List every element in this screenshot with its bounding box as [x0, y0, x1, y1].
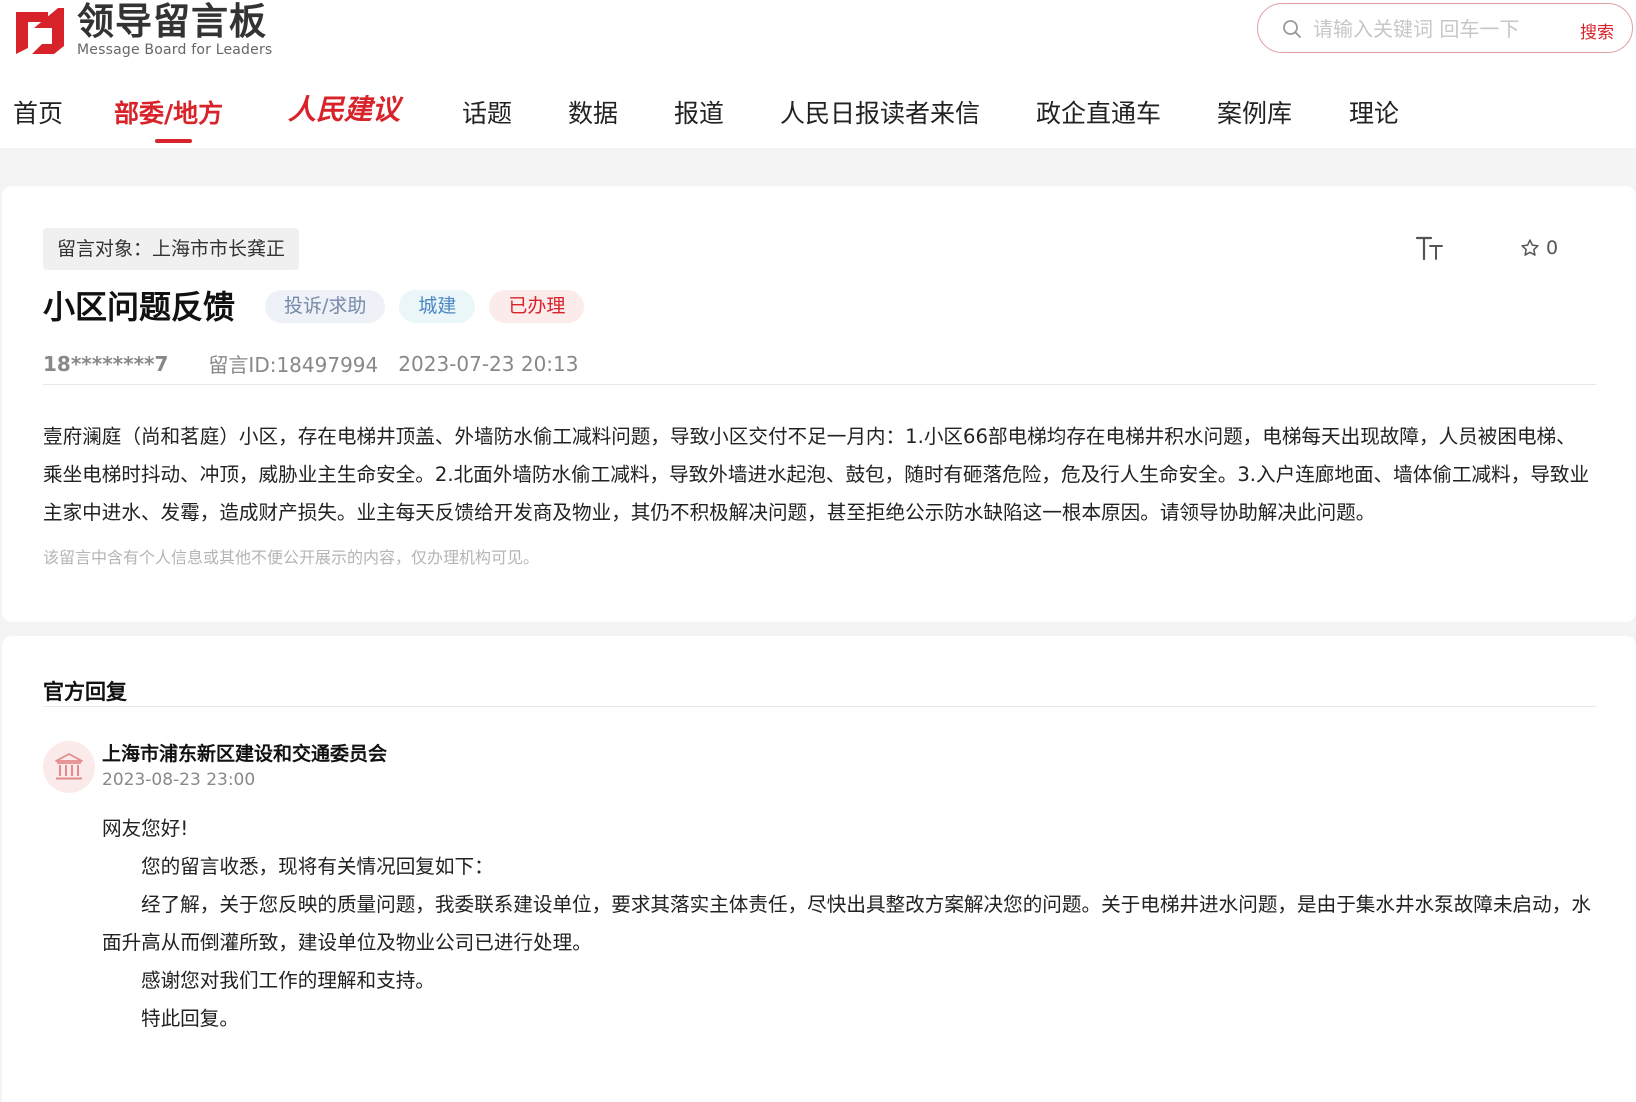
main-nav: 首页 部委/地方 人民建议 话题 数据 报道 人民日报读者来信 政企直通车 案例…: [0, 86, 1636, 143]
reply-paragraph: 感谢您对我们工作的理解和支持。: [141, 969, 435, 992]
nav-item-reader-letters[interactable]: 人民日报读者来信: [780, 94, 980, 130]
status-badge: 已办理: [489, 290, 585, 323]
tag-category[interactable]: 城建: [399, 290, 476, 323]
message-meta: 18********7 留言ID:18497994 2023-07-23 20:…: [43, 349, 579, 378]
reply-heading: 官方回复: [43, 680, 127, 704]
reply-org-name: 上海市浦东新区建设和交通委员会: [102, 743, 388, 765]
nav-item-ministries-local[interactable]: 部委/地方: [114, 94, 223, 130]
message-title: 小区问题反馈: [43, 288, 236, 326]
nav-item-people-suggestions[interactable]: 人民建议: [288, 88, 400, 128]
message-card: 留言对象：上海市市长龚正 0 小区问题反馈 投诉/求助 城建 已办理 18***…: [2, 186, 1636, 622]
nav-item-data[interactable]: 数据: [568, 94, 618, 130]
star-icon: [1521, 239, 1539, 256]
reply-paragraph: 特此回复。: [141, 1007, 239, 1030]
message-target: 留言对象：上海市市长龚正: [43, 228, 300, 270]
site-header: 领导留言板 Message Board for Leaders 搜索 首页 部委…: [0, 0, 1636, 148]
reply-body: 网友您好! 您的留言收悉，现将有关情况回复如下： 经了解，关于您反映的质量问题，…: [102, 810, 1595, 1038]
message-id: 留言ID:18497994: [208, 353, 379, 377]
logo-title: 领导留言板: [77, 0, 267, 43]
favorite-button[interactable]: 0: [1520, 237, 1558, 259]
nav-item-case-library[interactable]: 案例库: [1217, 94, 1292, 130]
search-button[interactable]: 搜索: [1580, 18, 1614, 43]
nav-item-home[interactable]: 首页: [13, 94, 63, 130]
reply-datetime: 2023-08-23 23:00: [102, 770, 256, 790]
message-user: 18********7: [43, 351, 169, 376]
logo-mark-icon: [14, 4, 67, 57]
divider: [43, 706, 1596, 707]
reply-greeting: 网友您好!: [102, 817, 189, 840]
nav-active-indicator: [155, 139, 192, 143]
message-datetime: 2023-07-23 20:13: [398, 351, 579, 376]
font-size-icon[interactable]: [1415, 234, 1445, 262]
nav-item-govt-enterprise[interactable]: 政企直通车: [1036, 94, 1161, 130]
nav-item-theory[interactable]: 理论: [1349, 94, 1399, 130]
message-tags: 投诉/求助 城建 已办理: [265, 290, 585, 323]
search-icon: [1283, 20, 1301, 38]
privacy-note: 该留言中含有个人信息或其他不便公开展示的内容，仅办理机构可见。: [43, 548, 540, 567]
search-input[interactable]: [1313, 14, 1573, 44]
government-building-icon: [55, 753, 83, 780]
nav-item-reports[interactable]: 报道: [674, 94, 724, 130]
reply-card: 官方回复 上海市浦东新区建设和交通委员会 2023-08-23 23:00 网友…: [2, 636, 1636, 1102]
avatar: [43, 741, 95, 793]
divider: [43, 384, 1596, 385]
favorite-count: 0: [1546, 237, 1559, 259]
reply-paragraph: 您的留言收悉，现将有关情况回复如下：: [141, 855, 494, 878]
tag-type[interactable]: 投诉/求助: [265, 290, 386, 323]
nav-item-topics[interactable]: 话题: [462, 94, 512, 130]
search-box: 搜索: [1257, 3, 1633, 53]
message-content: 壹府澜庭（尚和茗庭）小区，存在电梯井顶盖、外墙防水偷工减料问题，导致小区交付不足…: [43, 425, 1590, 524]
logo-subtitle: Message Board for Leaders: [77, 42, 273, 58]
site-logo[interactable]: 领导留言板 Message Board for Leaders: [14, 2, 272, 58]
reply-paragraph: 经了解，关于您反映的质量问题，我委联系建设单位，要求其落实主体责任，尽快出具整改…: [102, 893, 1591, 954]
